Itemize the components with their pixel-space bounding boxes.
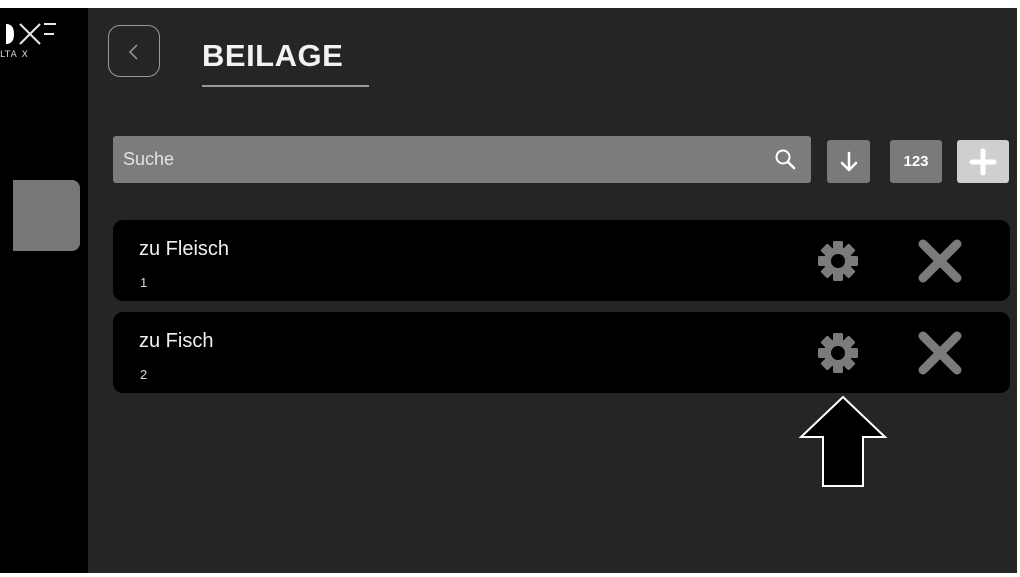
item-name: zu Fisch (139, 330, 214, 352)
logo-text: LTA X (0, 50, 29, 60)
item-name: zu Fleisch (139, 238, 230, 260)
settings-button[interactable] (816, 331, 860, 375)
delete-button[interactable] (913, 238, 967, 284)
logo-mark-icon (6, 23, 56, 45)
settings-button[interactable] (816, 239, 860, 283)
close-icon (918, 331, 962, 375)
title-underline (202, 85, 369, 87)
item-number: 1 (140, 275, 148, 290)
up-arrow-icon (798, 395, 888, 487)
plus-icon (969, 148, 997, 176)
sort-button[interactable] (827, 140, 870, 183)
close-icon (918, 239, 962, 283)
delete-button[interactable] (913, 330, 967, 376)
item-number: 2 (140, 367, 148, 382)
list-item[interactable]: zu Fleisch 1 (113, 220, 1010, 301)
page-title: BEILAGE (202, 38, 344, 73)
gear-icon (818, 333, 858, 373)
list-item[interactable]: zu Fisch 2 (113, 312, 1010, 393)
arrow-down-icon (840, 151, 858, 172)
gear-icon (818, 241, 858, 281)
sidebar-active-tab[interactable] (13, 180, 80, 251)
number-sort-button[interactable]: 123 (890, 140, 942, 183)
search-bar[interactable] (113, 136, 811, 183)
app-screen: LTA X BEILAGE 123 zu Fleisch 1 (0, 8, 1017, 573)
chevron-left-icon (128, 44, 138, 60)
add-button[interactable] (957, 140, 1009, 183)
back-button[interactable] (108, 25, 160, 77)
app-logo: LTA X (0, 22, 60, 62)
sidebar: LTA X (0, 8, 88, 573)
search-input[interactable] (123, 136, 763, 183)
search-icon[interactable] (774, 148, 796, 170)
